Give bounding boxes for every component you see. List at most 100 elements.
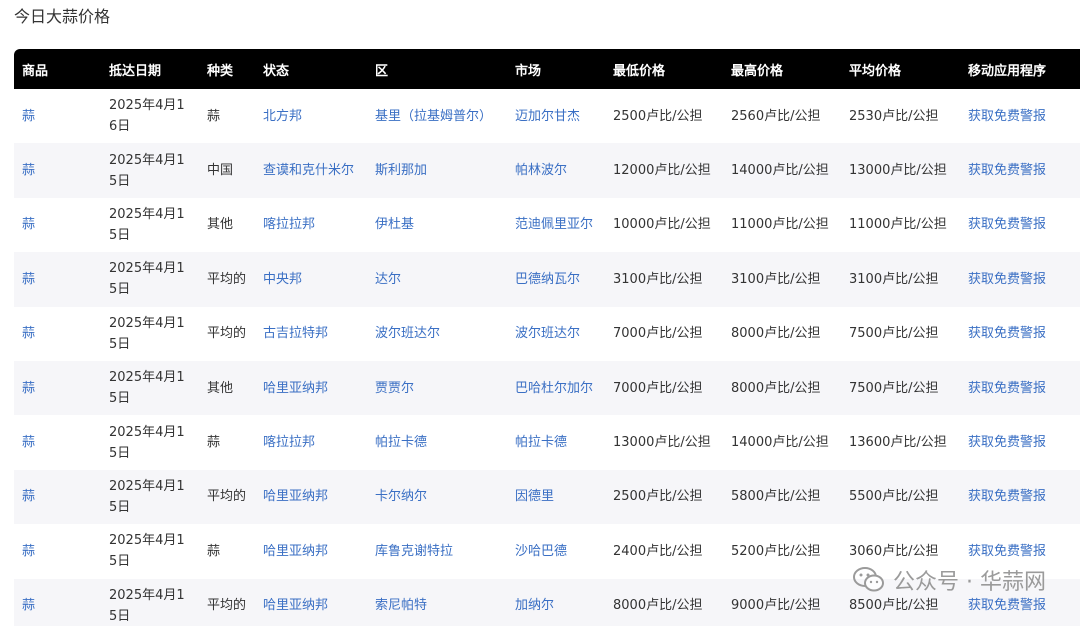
state-link[interactable]: 喀拉拉邦	[263, 435, 315, 450]
district-link[interactable]: 索尼帕特	[375, 598, 427, 613]
free-alert-link[interactable]: 获取免费警报	[968, 217, 1046, 232]
state-link[interactable]: 古吉拉特邦	[263, 326, 328, 341]
avg-price-cell: 13000卢比/公担	[849, 163, 947, 179]
district-link[interactable]: 波尔班达尔	[375, 326, 440, 341]
free-alert-link[interactable]: 获取免费警报	[968, 381, 1046, 396]
free-alert-link[interactable]: 获取免费警报	[968, 598, 1046, 613]
max-price-cell: 14000卢比/公担	[731, 163, 829, 179]
market-link-cell: 巴德纳瓦尔	[507, 252, 605, 306]
free-alert-link-cell: 获取免费警报	[960, 470, 1080, 524]
arrival-date-cell: 2025年4月15日	[109, 206, 185, 243]
column-header: 市场	[515, 63, 542, 79]
max-price-cell: 3100卢比/公担	[731, 271, 821, 287]
column-header: 种类	[207, 63, 234, 79]
state-link[interactable]: 北方邦	[263, 109, 302, 124]
market-link[interactable]: 帕拉卡德	[515, 435, 567, 450]
commodity-link[interactable]: 蒜	[22, 109, 35, 124]
district-link[interactable]: 斯利那加	[375, 163, 427, 178]
district-link[interactable]: 库鲁克谢特拉	[375, 544, 453, 559]
table-header-row: 商品 抵达日期 种类 状态 区 市场 最低价格 最高价格 平均价格 移动应用程序	[14, 49, 1080, 89]
district-link[interactable]: 伊杜基	[375, 217, 414, 232]
state-link[interactable]: 中央邦	[263, 272, 302, 287]
commodity-link[interactable]: 蒜	[22, 326, 35, 341]
state-link[interactable]: 哈里亚纳邦	[263, 489, 328, 504]
state-link[interactable]: 查谟和克什米尔	[263, 163, 354, 178]
state-link[interactable]: 哈里亚纳邦	[263, 598, 328, 613]
market-link-cell: 沙哈巴德	[507, 524, 605, 578]
watermark: 公众号 · 华蒜网	[853, 564, 1046, 596]
market-link[interactable]: 波尔班达尔	[515, 326, 580, 341]
commodity-link[interactable]: 蒜	[22, 598, 35, 613]
wechat-icon	[853, 567, 885, 592]
district-link[interactable]: 达尔	[375, 272, 401, 287]
market-link[interactable]: 帕林波尔	[515, 163, 567, 178]
max-price-cell: 11000卢比/公担	[731, 217, 829, 233]
commodity-link[interactable]: 蒜	[22, 544, 35, 559]
variety-cell-cell: 其他	[207, 217, 234, 233]
price-table: 商品 抵达日期 种类 状态 区 市场 最低价格 最高价格 平均价格 移动应用程序 蒜 2025年4月…	[14, 49, 1080, 626]
arrival-date-cell: 2025年4月16日	[109, 98, 185, 135]
market-link[interactable]: 巴哈杜尔加尔	[515, 381, 593, 396]
market-link[interactable]: 沙哈巴德	[515, 544, 567, 559]
commodity-link-cell: 蒜	[14, 252, 101, 306]
min-price-cell: 2500卢比/公担	[613, 108, 703, 124]
state-link-cell: 哈里亚纳邦	[255, 470, 367, 524]
arrival-date-cell: 2025年4月15日	[109, 587, 185, 624]
district-link-cell: 基里（拉基姆普尔）	[367, 89, 507, 143]
max-price-cell: 5800卢比/公担	[731, 489, 821, 505]
commodity-link-cell: 蒜	[14, 415, 101, 469]
variety-cell-cell: 蒜	[207, 543, 221, 559]
market-link[interactable]: 范迪佩里亚尔	[515, 217, 593, 232]
state-link[interactable]: 哈里亚纳邦	[263, 544, 328, 559]
avg-price-cell: 5500卢比/公担	[849, 489, 939, 505]
column-header: 区	[375, 63, 389, 79]
state-link-cell: 哈里亚纳邦	[255, 361, 367, 415]
commodity-link-cell: 蒜	[14, 143, 101, 197]
state-link[interactable]: 哈里亚纳邦	[263, 381, 328, 396]
commodity-link[interactable]: 蒜	[22, 489, 35, 504]
district-link[interactable]: 基里（拉基姆普尔）	[375, 109, 492, 124]
commodity-link-cell: 蒜	[14, 198, 101, 252]
district-link[interactable]: 卡尔纳尔	[375, 489, 427, 504]
commodity-link[interactable]: 蒜	[22, 381, 35, 396]
free-alert-link[interactable]: 获取免费警报	[968, 544, 1046, 559]
free-alert-link[interactable]: 获取免费警报	[968, 435, 1046, 450]
arrival-date-cell: 2025年4月15日	[109, 533, 185, 570]
column-header: 平均价格	[849, 63, 902, 79]
commodity-link[interactable]: 蒜	[22, 435, 35, 450]
column-header: 商品	[22, 63, 49, 79]
market-link[interactable]: 因德里	[515, 489, 554, 504]
market-link[interactable]: 巴德纳瓦尔	[515, 272, 580, 287]
min-price-cell: 10000卢比/公担	[613, 217, 711, 233]
commodity-link-cell: 蒜	[14, 524, 101, 578]
min-price-cell: 7000卢比/公担	[613, 326, 703, 342]
table-row: 蒜 2025年4月15日 平均的 哈里亚纳邦 卡尔纳尔 因德里 2500卢比/公担 5800卢…	[14, 469, 1080, 525]
free-alert-link-cell: 获取免费警报	[960, 415, 1080, 469]
free-alert-link[interactable]: 获取免费警报	[968, 163, 1046, 178]
avg-price-cell: 7500卢比/公担	[849, 380, 939, 396]
table-row: 蒜 2025年4月15日 中国 查谟和克什米尔 斯利那加 帕林波尔 12000卢比/公担 14…	[14, 143, 1080, 198]
min-price-cell: 2500卢比/公担	[613, 489, 703, 505]
free-alert-link[interactable]: 获取免费警报	[968, 272, 1046, 287]
free-alert-link[interactable]: 获取免费警报	[968, 326, 1046, 341]
market-link-cell: 帕林波尔	[507, 143, 605, 197]
district-link[interactable]: 帕拉卡德	[375, 435, 427, 450]
state-link-cell: 哈里亚纳邦	[255, 524, 367, 578]
free-alert-link[interactable]: 获取免费警报	[968, 109, 1046, 124]
market-link[interactable]: 加纳尔	[515, 598, 554, 613]
free-alert-link[interactable]: 获取免费警报	[968, 489, 1046, 504]
page: 今日大蒜价格 商品 抵达日期 种类 状态 区 市场 最低价格 最高价格 平均价格 移动应用程序 蒜…	[0, 0, 1080, 626]
price-table-container: 商品 抵达日期 种类 状态 区 市场 最低价格 最高价格 平均价格 移动应用程序 蒜 2025年4月…	[14, 49, 1080, 626]
free-alert-link-cell: 获取免费警报	[960, 361, 1080, 415]
state-link[interactable]: 喀拉拉邦	[263, 217, 315, 232]
market-link[interactable]: 迈加尔甘杰	[515, 109, 580, 124]
market-link-cell: 范迪佩里亚尔	[507, 198, 605, 252]
commodity-link[interactable]: 蒜	[22, 163, 35, 178]
min-price-cell: 8000卢比/公担	[613, 598, 703, 614]
table-row: 蒜 2025年4月15日 其他 喀拉拉邦 伊杜基 范迪佩里亚尔 10000卢比/公担 1100…	[14, 198, 1080, 252]
district-link[interactable]: 贾贾尔	[375, 381, 414, 396]
commodity-link[interactable]: 蒜	[22, 272, 35, 287]
table-body: 蒜 2025年4月16日蒜北方邦 基里（拉基姆普尔） 迈加尔甘杰 2500卢比/公担 25…	[14, 89, 1080, 626]
market-link-cell: 帕拉卡德	[507, 415, 605, 469]
commodity-link[interactable]: 蒜	[22, 217, 35, 232]
